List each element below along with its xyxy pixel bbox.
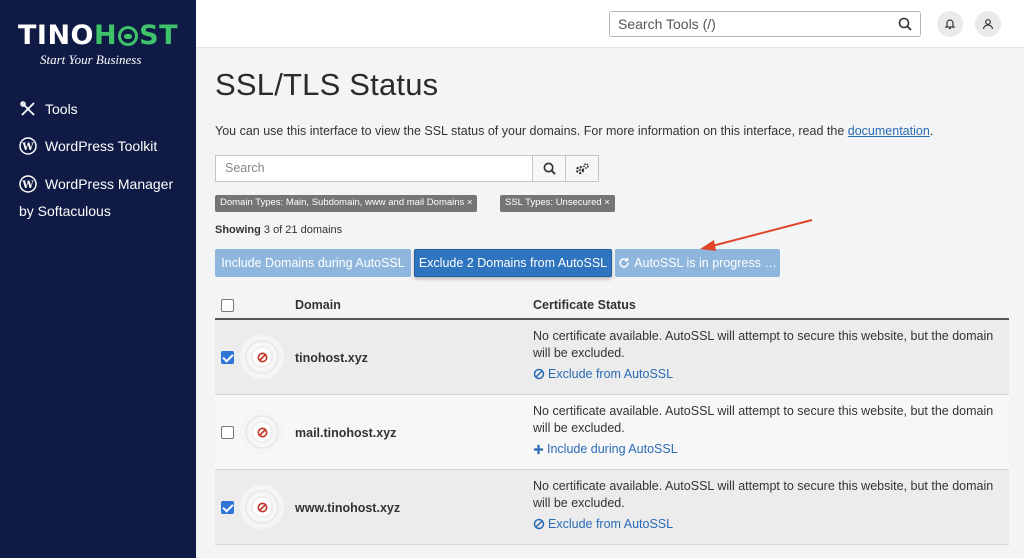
search-tools-placeholder: Search Tools (/)	[618, 16, 716, 32]
select-all-checkbox[interactable]	[221, 299, 234, 312]
table-row: tinohost.xyz No certificate available. A…	[215, 320, 1009, 395]
exclude-domains-button[interactable]: Exclude 2 Domains from AutoSSL	[414, 249, 612, 277]
showing-text: 3 of 21 domains	[263, 224, 343, 236]
logo-cloud-o-icon	[118, 26, 139, 46]
unsecured-status-icon	[240, 335, 284, 379]
row-action-label: Exclude from AutoSSL	[548, 367, 674, 381]
certificate-status-text: No certificate available. AutoSSL will a…	[533, 479, 994, 510]
tinohost-logo[interactable]: TINOH ST Start Your Business	[18, 20, 178, 68]
table-row: www.tinohost.xyz No certificate availabl…	[215, 470, 1009, 545]
domain-name: tinohost.xyz	[295, 351, 368, 365]
unsecured-status-icon	[240, 410, 284, 454]
ban-icon	[257, 427, 267, 437]
intro-text: You can use this interface to view the S…	[215, 124, 845, 138]
domain-name: mail.tinohost.xyz	[295, 426, 397, 440]
unsecured-status-icon	[240, 485, 284, 529]
main-content: SSL/TLS Status You can use this interfac…	[196, 48, 1024, 558]
top-bar: Search Tools (/)	[196, 0, 1024, 48]
logo-wordmark: TINOH ST	[18, 20, 178, 51]
logo-tagline: Start Your Business	[40, 52, 142, 67]
domain-search-input[interactable]: Search	[215, 155, 533, 182]
ban-icon	[257, 502, 267, 512]
search-icon	[898, 17, 912, 31]
intro-end: .	[929, 124, 934, 138]
sidebar-item-label: WordPress Manager	[45, 176, 174, 192]
domains-table: Domain Certificate Status tinohost.xyz N…	[215, 291, 1009, 545]
plus-icon	[533, 444, 544, 454]
exclude-from-autossl-link[interactable]: Exclude from AutoSSL	[533, 517, 673, 531]
page-title: SSL/TLS Status	[215, 67, 439, 102]
row-checkbox[interactable]	[221, 501, 234, 514]
include-during-autossl-link[interactable]: Include during AutoSSL	[533, 442, 678, 456]
svg-text:W: W	[21, 142, 34, 153]
autossl-progress-button[interactable]: AutoSSL is in progress …	[615, 249, 780, 277]
tools-icon	[20, 101, 35, 116]
sidebar-item-sublabel: by Softaculous	[19, 203, 111, 219]
search-icon	[543, 162, 556, 175]
row-checkbox[interactable]	[221, 426, 234, 439]
showing-label: Showing	[215, 224, 261, 236]
row-action-label: Include during AutoSSL	[547, 442, 678, 456]
include-domains-button[interactable]: Include Domains during AutoSSL	[215, 249, 411, 277]
autossl-progress-label: AutoSSL is in progress …	[634, 256, 777, 270]
user-icon	[982, 19, 994, 30]
search-button[interactable]	[532, 155, 566, 182]
gears-icon	[575, 162, 589, 174]
search-placeholder: Search	[225, 161, 265, 175]
sidebar-item-tools[interactable]: Tools	[19, 100, 78, 118]
certificate-status-text: No certificate available. AutoSSL will a…	[533, 404, 994, 435]
ban-icon	[533, 518, 545, 530]
row-checkbox[interactable]	[221, 351, 234, 364]
sidebar-item-label: Tools	[45, 101, 78, 117]
column-header-certificate-status[interactable]: Certificate Status	[533, 298, 636, 312]
wordpress-icon: W	[19, 175, 37, 193]
ban-icon	[533, 368, 545, 380]
search-tools-input[interactable]: Search Tools (/)	[609, 11, 921, 37]
page-intro: You can use this interface to view the S…	[215, 124, 933, 138]
wordpress-icon: W	[19, 137, 37, 155]
svg-text:W: W	[21, 180, 34, 191]
sidebar: TINOH ST Start Your Business Tools W Word…	[0, 0, 196, 558]
sidebar-item-label: WordPress Toolkit	[45, 138, 158, 154]
exclude-from-autossl-link[interactable]: Exclude from AutoSSL	[533, 367, 673, 381]
ban-icon	[257, 352, 267, 362]
refresh-icon	[619, 258, 629, 268]
table-row: mail.tinohost.xyz No certificate availab…	[215, 395, 1009, 470]
table-header: Domain Certificate Status	[215, 291, 1009, 320]
domain-name: www.tinohost.xyz	[295, 501, 401, 515]
notifications-button[interactable]	[937, 11, 963, 37]
filter-tag-ssl-types[interactable]: SSL Types: Unsecured ×	[500, 195, 615, 212]
row-action-label: Exclude from AutoSSL	[548, 517, 674, 531]
filter-tag-domain-types[interactable]: Domain Types: Main, Subdomain, www and m…	[215, 195, 478, 212]
bell-icon	[944, 19, 956, 30]
showing-count: Showing 3 of 21 domains	[215, 224, 342, 236]
certificate-status-text: No certificate available. AutoSSL will a…	[533, 329, 994, 360]
search-settings-button[interactable]	[565, 155, 599, 182]
documentation-link[interactable]: documentation	[848, 124, 930, 138]
user-menu-button[interactable]	[975, 11, 1001, 37]
sidebar-item-wordpress-manager[interactable]: W WordPress Manager	[19, 175, 173, 193]
sidebar-item-wordpress-toolkit[interactable]: W WordPress Toolkit	[19, 137, 157, 155]
column-header-domain[interactable]: Domain	[295, 298, 341, 312]
